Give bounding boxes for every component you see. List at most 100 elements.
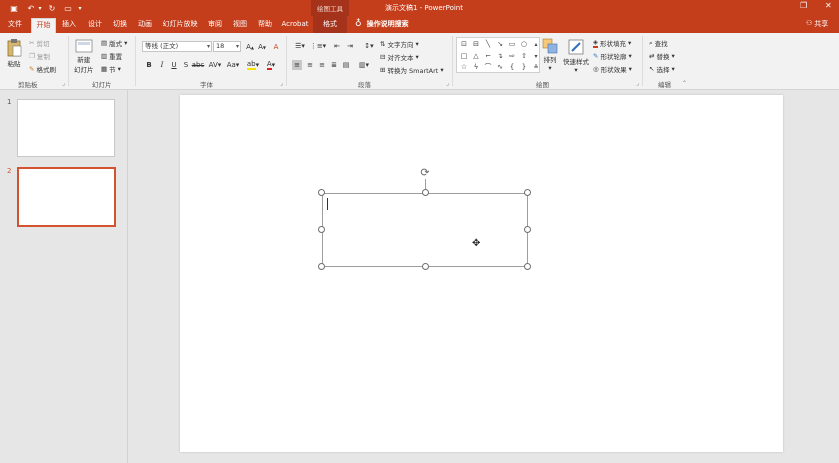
tab-animations[interactable]: 动画 xyxy=(134,18,156,33)
find-button[interactable]: ⌕ 查找 xyxy=(649,38,668,49)
shape-outline-button[interactable]: ✎ 形状轮廓 ▾ xyxy=(593,51,632,61)
slide-thumbnail-2[interactable] xyxy=(17,167,116,227)
resize-handle-right[interactable] xyxy=(524,226,531,233)
gallery-up-icon[interactable]: ▴ xyxy=(531,39,541,49)
resize-handle-top-left[interactable] xyxy=(318,189,325,196)
shape-effects-button[interactable]: ◎ 形状效果 ▾ xyxy=(593,64,632,74)
rotate-handle-icon[interactable]: ⟳ xyxy=(419,167,431,179)
copy-button[interactable]: ❐ 复制 xyxy=(29,51,50,61)
font-name-select[interactable]: 等线 (正文) ▾ xyxy=(142,41,212,52)
gallery-down-icon[interactable]: ▾ xyxy=(531,51,541,61)
tab-help[interactable]: 帮助 xyxy=(254,18,276,33)
star-shape-icon[interactable]: ☆ xyxy=(459,62,469,72)
align-right-icon[interactable]: ≡ xyxy=(317,60,327,70)
char-spacing-icon[interactable]: AV▾ xyxy=(207,60,223,70)
paste-button[interactable]: 粘贴 xyxy=(6,38,22,68)
tab-acrobat[interactable]: Acrobat xyxy=(280,18,310,33)
tab-format[interactable]: 格式 xyxy=(313,16,347,33)
font-launcher-icon[interactable]: ⌟ xyxy=(280,80,283,87)
shapes-gallery[interactable]: ⊡ ⊟ ╲ ↘ ▭ ○ □ △ ⌐ ↴ ⇨ ⇧ ☆ ϟ ⌒ ∿ { } ▴ ▾ … xyxy=(456,37,540,73)
tab-file[interactable]: 文件 xyxy=(4,18,26,33)
oval-shape-icon[interactable]: ○ xyxy=(519,39,529,49)
quick-styles-button[interactable]: 快速样式 ▾ xyxy=(563,38,589,74)
right-brace-shape-icon[interactable]: } xyxy=(519,62,529,72)
select-button[interactable]: ↖ 选择 ▾ xyxy=(649,64,675,74)
resize-handle-top[interactable] xyxy=(422,189,429,196)
increase-indent-icon[interactable]: ⇥ xyxy=(345,41,355,51)
line-spacing-icon[interactable]: ↕▾ xyxy=(361,41,377,51)
tab-view[interactable]: 视图 xyxy=(229,18,251,33)
right-arrow-shape-icon[interactable]: ⇨ xyxy=(507,51,517,61)
textbox-shape-icon[interactable]: ⊡ xyxy=(459,39,469,49)
tab-home[interactable]: 开始 xyxy=(31,18,56,33)
highlight-icon[interactable]: ab ▾ xyxy=(246,60,260,70)
arrow-line-shape-icon[interactable]: ↘ xyxy=(495,39,505,49)
arc-shape-icon[interactable]: ⌒ xyxy=(483,62,493,72)
strikethrough-icon[interactable]: abc xyxy=(192,60,205,70)
text-direction-button[interactable]: ⇅ 文字方向 ▾ xyxy=(380,39,419,49)
left-brace-shape-icon[interactable]: { xyxy=(507,62,517,72)
drawing-launcher-icon[interactable]: ⌟ xyxy=(636,80,639,87)
vertical-textbox-shape-icon[interactable]: ⊟ xyxy=(471,39,481,49)
shrink-font-icon[interactable]: A ▼ xyxy=(257,42,267,52)
collapse-ribbon-icon[interactable]: ⌃ xyxy=(682,80,687,87)
decrease-indent-icon[interactable]: ⇤ xyxy=(332,41,342,51)
convert-smartart-button[interactable]: ⊞ 转换为 SmartArt ▾ xyxy=(380,65,444,75)
resize-handle-left[interactable] xyxy=(318,226,325,233)
restore-icon[interactable]: ❐ xyxy=(800,1,807,10)
distributed-icon[interactable]: ▤ xyxy=(341,60,351,70)
wave-shape-icon[interactable]: ∿ xyxy=(495,62,505,72)
section-button[interactable]: ▦ 节 ▾ xyxy=(101,64,121,74)
up-arrow-shape-icon[interactable]: ⇧ xyxy=(519,51,529,61)
tell-me-search[interactable]: ♁ 操作说明搜索 xyxy=(355,17,409,31)
gallery-more-icon[interactable]: ≚ xyxy=(531,62,541,72)
slide-thumbnail-1[interactable] xyxy=(17,99,115,157)
share-button[interactable]: ⚇ 共享 xyxy=(806,19,828,29)
customize-qat-icon[interactable]: ▾ xyxy=(76,2,84,14)
save-icon[interactable]: ▣ xyxy=(8,2,20,14)
tab-slideshow[interactable]: 幻灯片放映 xyxy=(159,18,201,33)
layout-button[interactable]: ▤ 版式 ▾ xyxy=(101,38,127,48)
shape-fill-button[interactable]: ◈ 形状填充 ▾ xyxy=(593,38,631,48)
text-box[interactable] xyxy=(322,193,528,267)
resize-handle-bottom-left[interactable] xyxy=(318,263,325,270)
resize-handle-top-right[interactable] xyxy=(524,189,531,196)
font-size-select[interactable]: 18 ▾ xyxy=(213,41,241,52)
clear-formatting-icon[interactable]: A xyxy=(271,42,281,52)
underline-icon[interactable]: U xyxy=(169,60,179,70)
triangle-shape-icon[interactable]: △ xyxy=(471,51,481,61)
italic-icon[interactable]: I xyxy=(157,60,167,70)
tab-design[interactable]: 设计 xyxy=(84,18,106,33)
start-from-beginning-icon[interactable]: ▭ xyxy=(62,2,74,14)
paragraph-launcher-icon[interactable]: ⌟ xyxy=(446,80,449,87)
lightning-shape-icon[interactable]: ϟ xyxy=(471,62,481,72)
numbering-icon[interactable]: ⋮≡▾ xyxy=(310,41,326,51)
align-text-button[interactable]: ⊟ 对齐文本 ▾ xyxy=(380,52,419,62)
justify-icon[interactable]: ≣ xyxy=(329,60,339,70)
new-slide-button[interactable]: 新建 幻灯片 xyxy=(74,38,94,74)
text-shadow-icon[interactable]: S xyxy=(181,60,191,70)
arrange-button[interactable]: 排列 ▾ xyxy=(542,38,558,72)
line-shape-icon[interactable]: ╲ xyxy=(483,39,493,49)
vertical-scrollbar[interactable] xyxy=(827,90,839,463)
tab-transitions[interactable]: 切换 xyxy=(109,18,131,33)
format-painter-button[interactable]: ✎ 格式刷 xyxy=(29,64,56,74)
columns-icon[interactable]: ▥▾ xyxy=(356,60,372,70)
undo-dropdown-icon[interactable]: ▾ xyxy=(37,2,43,14)
square-shape-icon[interactable]: □ xyxy=(459,51,469,61)
tab-insert[interactable]: 插入 xyxy=(58,18,80,33)
align-center-icon[interactable]: ≡ xyxy=(305,60,315,70)
replace-button[interactable]: ⇄ 替换 ▾ xyxy=(649,51,675,61)
reset-button[interactable]: ▥ 重置 xyxy=(101,51,122,61)
font-color-icon[interactable]: A ▾ xyxy=(264,60,278,70)
bold-icon[interactable]: B xyxy=(144,60,154,70)
slide-canvas[interactable] xyxy=(180,95,783,452)
elbow-connector-shape-icon[interactable]: ⌐ xyxy=(483,51,493,61)
bullets-icon[interactable]: ☰▾ xyxy=(292,41,308,51)
close-icon[interactable]: ✕ xyxy=(825,1,832,10)
resize-handle-bottom-right[interactable] xyxy=(524,263,531,270)
change-case-icon[interactable]: Aa▾ xyxy=(225,60,241,70)
align-left-icon[interactable]: ≡ xyxy=(292,60,302,70)
curved-connector-shape-icon[interactable]: ↴ xyxy=(495,51,505,61)
cut-button[interactable]: ✂ 剪切 xyxy=(29,38,49,48)
